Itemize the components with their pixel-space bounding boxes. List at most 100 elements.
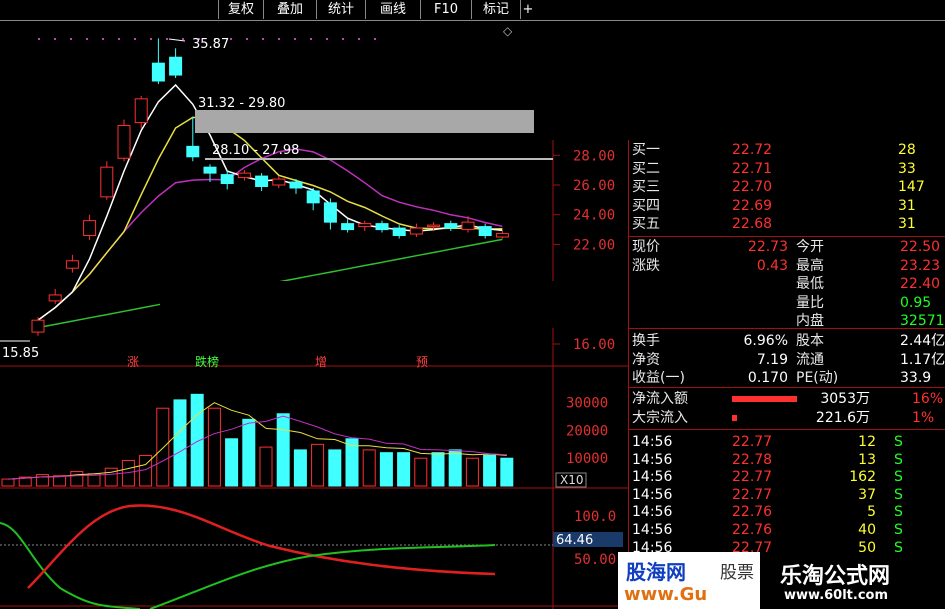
volume-bar[interactable] [1, 478, 15, 487]
candle-body[interactable] [272, 178, 286, 186]
orderbook-row[interactable]: 买四 22.69 31 [628, 198, 945, 215]
toolbar-f10-button[interactable]: F10 [420, 0, 471, 19]
stats-row[interactable]: 净资 7.19 流通 1.17亿 [628, 352, 945, 369]
volume-bar[interactable] [156, 407, 170, 487]
quote-row[interactable]: 现价 22.73 今开 22.50 [628, 239, 945, 256]
stats-value-2: 33.9 [900, 370, 932, 386]
volume-bar[interactable] [293, 449, 307, 487]
tick-volume: 37 [858, 486, 876, 503]
top-right-blank [534, 21, 945, 140]
volume-bar[interactable] [483, 454, 497, 487]
volume-bar[interactable] [448, 449, 462, 487]
volume-bar[interactable] [414, 457, 428, 487]
volume-bar[interactable] [173, 399, 187, 487]
volume-axis-tick: 20000 [566, 423, 608, 439]
stats-row[interactable]: 收益(一) 0.170 PE(动) 33.9 [628, 370, 945, 387]
volume-bar[interactable] [379, 452, 393, 487]
candle-body[interactable] [341, 223, 355, 231]
volume-bar[interactable] [53, 475, 67, 487]
dot-marker [358, 38, 360, 40]
candle-body[interactable] [323, 202, 337, 223]
volume-bar[interactable] [259, 446, 273, 487]
quote-row[interactable]: 涨跌 0.43 最高 23.23 [628, 258, 945, 275]
candle-body[interactable] [65, 260, 79, 269]
candle-body[interactable] [306, 190, 320, 204]
candle-body[interactable] [83, 220, 97, 237]
volume-bar[interactable] [431, 452, 445, 487]
candle-body[interactable] [375, 223, 389, 231]
tick-volume: 12 [858, 434, 876, 450]
quote-value-2: 22.50 [900, 239, 941, 255]
volume-bar[interactable] [242, 418, 256, 487]
tick-row[interactable]: 14:56 22.77 162 S [628, 469, 945, 486]
tick-side: S [894, 469, 903, 486]
volume-bar[interactable] [35, 474, 49, 487]
candle-body[interactable] [237, 172, 251, 179]
volume-bar[interactable] [190, 393, 204, 487]
volume-bar[interactable] [465, 457, 479, 487]
toolbar-mark-button[interactable]: 标记 [471, 0, 520, 19]
candle-body[interactable] [169, 56, 183, 76]
candle-body[interactable] [461, 221, 475, 231]
toolbar-stats-button[interactable]: 统计 [316, 0, 365, 19]
flow-value: 3053万 [820, 391, 870, 407]
volume-bar[interactable] [362, 449, 376, 487]
toolbar-draw-button[interactable]: 画线 [365, 0, 420, 19]
toolbar-overlay-button[interactable]: 叠加 [263, 0, 316, 19]
candle-body[interactable] [134, 98, 148, 124]
orderbook-row[interactable]: 买一 22.72 28 [628, 142, 945, 159]
stats-row[interactable]: 换手 6.96% 股本 2.44亿 [628, 333, 945, 350]
tick-row[interactable]: 14:56 22.77 37 S [628, 487, 945, 504]
volume-bar[interactable] [276, 413, 290, 487]
volume-bar[interactable] [328, 449, 342, 487]
tick-side: S [894, 504, 903, 521]
orderbook-row[interactable]: 买三 22.70 147 [628, 179, 945, 196]
toolbar-fuquan-button[interactable]: 复权 [218, 0, 263, 19]
quote-row[interactable]: 最低 22.40 [628, 276, 945, 293]
price-axis-tick: 26.00 [573, 178, 615, 194]
candle-body[interactable] [100, 166, 114, 198]
quote-value-2: 0.95 [900, 294, 932, 311]
candle-body[interactable] [186, 145, 200, 158]
flow-row[interactable]: 大宗流入 221.6万 1% [628, 410, 945, 427]
candle-body[interactable] [255, 175, 269, 187]
candle-body[interactable] [203, 166, 217, 174]
tick-row[interactable]: 14:56 22.76 40 S [628, 522, 945, 539]
toolbar-more-icon[interactable]: + [520, 0, 535, 19]
candle-body[interactable] [151, 62, 165, 82]
candle-body[interactable] [31, 319, 45, 333]
candle-body[interactable] [48, 294, 62, 302]
volume-bar[interactable] [311, 443, 325, 487]
candle-body[interactable] [478, 226, 492, 237]
quote-row[interactable]: 量比 0.95 [628, 295, 945, 312]
tick-row[interactable]: 14:56 22.77 12 S [628, 434, 945, 451]
orderbook-row[interactable]: 买五 22.68 31 [628, 216, 945, 233]
volume-bar[interactable] [397, 452, 411, 487]
dot-marker [70, 38, 72, 40]
quote-label: 涨跌 [632, 257, 660, 274]
flow-bar [732, 415, 737, 421]
tick-row[interactable]: 14:56 22.76 5 S [628, 504, 945, 521]
candle-body[interactable] [495, 233, 509, 238]
candle-body[interactable] [220, 174, 234, 185]
candle-body[interactable] [117, 125, 131, 159]
flow-row[interactable]: 净流入额 3053万 16% [628, 391, 945, 408]
candle-body[interactable] [409, 227, 423, 235]
volume-bar[interactable] [207, 407, 221, 487]
orderbook-row[interactable]: 买二 22.71 33 [628, 161, 945, 178]
candle-body[interactable] [392, 227, 406, 237]
candle-body[interactable] [444, 223, 458, 229]
stats-value-2: 1.17亿 [900, 351, 945, 368]
indicator-axis-100: 100.0 [574, 509, 616, 525]
candle-body[interactable] [427, 224, 441, 228]
dot-marker [38, 38, 40, 40]
volume-bar[interactable] [70, 471, 84, 487]
volume-bar[interactable] [225, 438, 239, 487]
candle-body[interactable] [358, 223, 372, 228]
volume-bar[interactable] [500, 457, 514, 487]
candle-body[interactable] [289, 181, 303, 189]
tick-row[interactable]: 14:56 22.78 13 S [628, 452, 945, 469]
marker-zhang: 涨 [127, 354, 139, 369]
tick-side: S [894, 451, 903, 468]
tick-volume: 5 [867, 504, 876, 521]
